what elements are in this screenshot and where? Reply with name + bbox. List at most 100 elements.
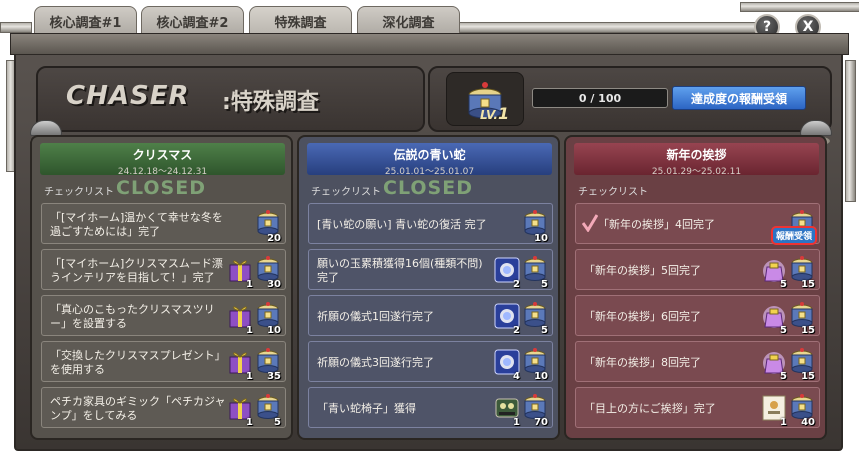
reward-group: 25 — [494, 252, 548, 290]
checklist-item-text: 「青い蛇椅子」獲得 — [317, 401, 416, 415]
reward-count: 5 — [541, 279, 548, 290]
chest-icon: 30 — [255, 255, 281, 290]
title-chaser: CHASER — [66, 81, 190, 111]
reward-group: 1 10 — [227, 298, 281, 336]
tab-core-2[interactable]: 核心調査#2 — [141, 6, 244, 36]
column-new-year: 新年の挨拶 25.01.29～25.02.11 チェックリスト 「新年の挨拶」4… — [564, 135, 827, 440]
gift-box-icon: 1 — [227, 393, 253, 428]
reward-group: 10 — [522, 206, 548, 244]
achievement-progress-bar: 0 / 100 — [532, 88, 668, 108]
reward-count: 1 — [246, 279, 253, 290]
reward-count: 2 — [513, 325, 520, 336]
checklist-item-text: 「[マイホーム]温かくて幸せな冬を過ごすためには」完了 — [50, 210, 223, 238]
tab-label: 核心調査#2 — [156, 15, 229, 31]
reward-count: 10 — [534, 233, 548, 244]
tab-label: 深化調査 — [382, 15, 435, 31]
pipe-decoration — [740, 2, 859, 12]
column-title: 伝説の青い蛇 — [393, 148, 466, 162]
chest-icon: 15 — [789, 255, 815, 290]
column-header: 伝説の青い蛇 25.01.01～25.01.07 — [307, 143, 552, 177]
tab-label: 特殊調査 — [274, 15, 327, 31]
reward-group: 1 30 — [227, 252, 281, 290]
pipe-decoration — [0, 22, 32, 33]
checklist-item: 「青い蛇椅子」獲得 1 70 — [308, 387, 553, 428]
level-value: 1 — [497, 104, 510, 123]
chair-icon: 1 — [494, 393, 520, 428]
reward-group: 1 70 — [494, 390, 548, 428]
reward-group: 15 — [227, 390, 281, 428]
reward-count: 5 — [274, 417, 281, 428]
closed-stamp: CLOSED — [383, 177, 473, 199]
level-prefix: LV. — [480, 108, 498, 122]
checklist-item-text: 「新年の挨拶」4回完了 — [598, 217, 715, 231]
checklist-item-text: 「[マイホーム]クリスマスムード漂うインテリアを目指して！」完了 — [50, 256, 223, 284]
reward-count: 35 — [267, 371, 281, 382]
checklist-item-text: 祈願の儀式1回遂行完了 — [317, 309, 434, 323]
checklist-item-text: 「新年の挨拶」8回完了 — [584, 355, 701, 369]
claim-reward-button[interactable]: 報酬受領 — [770, 226, 817, 245]
column-christmas: クリスマス 24.12.18～24.12.31 チェックリスト CLOSED 「… — [30, 135, 293, 440]
chest-icon: 70 — [522, 393, 548, 428]
pipe-decoration — [455, 22, 757, 33]
checklist-item: [青い蛇の願い] 青い蛇の復活 完了 10 — [308, 203, 553, 244]
gift-box-icon: 1 — [227, 347, 253, 382]
reward-group: 1 40 — [761, 390, 815, 428]
chest-icon: 20 — [255, 209, 281, 244]
level-label: LV.1 — [480, 104, 509, 123]
reward-group: 5 15 — [761, 344, 815, 382]
lucky-bag-icon: 5 — [761, 347, 787, 382]
checklist-item: ペチカ家具のギミック「ペチカジャンプ」をしてみる 1 5 — [41, 387, 286, 428]
chest-icon: 10 — [522, 347, 548, 382]
checklist-item: 祈願の儀式1回遂行完了 2 5 — [308, 295, 553, 336]
wish-orb-icon: 4 — [494, 347, 520, 382]
reward-count: 5 — [780, 325, 787, 336]
chest-icon: 15 — [789, 301, 815, 336]
checklist-item: 「交換したクリスマスプレゼント」を使用する 1 35 — [41, 341, 286, 382]
checklist-item-text: 「目上の方にご挨拶」完了 — [584, 401, 716, 415]
wish-orb-icon: 2 — [494, 301, 520, 336]
title-text: 特殊調査 — [230, 90, 319, 115]
column-dates: 25.01.01～25.01.07 — [384, 167, 475, 177]
reward-count: 5 — [780, 279, 787, 290]
checklist-item-text: 願いの玉累積獲得16個(種類不問) 完了 — [317, 256, 483, 284]
pipe-decoration — [845, 60, 856, 202]
tab-special[interactable]: 特殊調査 — [249, 6, 352, 36]
checklist-item: 願いの玉累積獲得16個(種類不問) 完了 2 5 — [308, 249, 553, 290]
chest-icon: 10 — [255, 301, 281, 336]
title-separator: : — [222, 90, 231, 115]
frame-cornice — [10, 33, 849, 55]
reward-count: 1 — [513, 417, 520, 428]
reward-group: 25 — [494, 298, 548, 336]
checklist-item-text: ペチカ家具のギミック「ペチカジャンプ」をしてみる — [50, 394, 226, 422]
reward-count: 1 — [246, 417, 253, 428]
checklist-item-text: 「交換したクリスマスプレゼント」を使用する — [50, 348, 226, 376]
column-dates: 24.12.18～24.12.31 — [117, 167, 208, 177]
checklist-item-text: 「新年の挨拶」5回完了 — [584, 263, 701, 277]
reward-count: 40 — [801, 417, 815, 428]
checklist-label: チェックリスト — [311, 187, 381, 198]
checklist-item-text: 「真心のこもったクリスマスツリー」を設置する — [50, 302, 215, 330]
reward-count: 5 — [541, 325, 548, 336]
checklist-item: 「新年の挨拶」6回完了 5 15 — [575, 295, 820, 336]
checklist-item: 「目上の方にご挨拶」完了 1 40 — [575, 387, 820, 428]
reward-group: 4 10 — [494, 344, 548, 382]
tab-core-1[interactable]: 核心調査#1 — [34, 6, 137, 36]
column-blue-snake: 伝説の青い蛇 25.01.01～25.01.07 チェックリスト CLOSED … — [297, 135, 560, 440]
column-header: クリスマス 24.12.18～24.12.31 — [40, 143, 285, 177]
gift-box-icon: 1 — [227, 255, 253, 290]
checklist-item: 「新年の挨拶」8回完了 5 15 — [575, 341, 820, 382]
check-mark-icon — [582, 214, 598, 232]
reward-count: 15 — [801, 371, 815, 382]
reward-group: 20 — [255, 206, 281, 244]
chest-icon: 15 — [789, 347, 815, 382]
column-dates: 25.01.29～25.02.11 — [651, 167, 742, 177]
checklist-item: 「新年の挨拶」5回完了 5 15 — [575, 249, 820, 290]
reward-count: 15 — [801, 279, 815, 290]
checklist-item: 「[マイホーム]温かくて幸せな冬を過ごすためには」完了 20 — [41, 203, 286, 244]
claim-achievement-reward-button[interactable]: 達成度の報酬受領 — [672, 86, 806, 110]
chest-icon: 40 — [789, 393, 815, 428]
tab-deep[interactable]: 深化調査 — [357, 6, 460, 36]
wish-orb-icon: 2 — [494, 255, 520, 290]
reward-count: 1 — [780, 417, 787, 428]
greeting-card-icon: 1 — [761, 393, 787, 428]
